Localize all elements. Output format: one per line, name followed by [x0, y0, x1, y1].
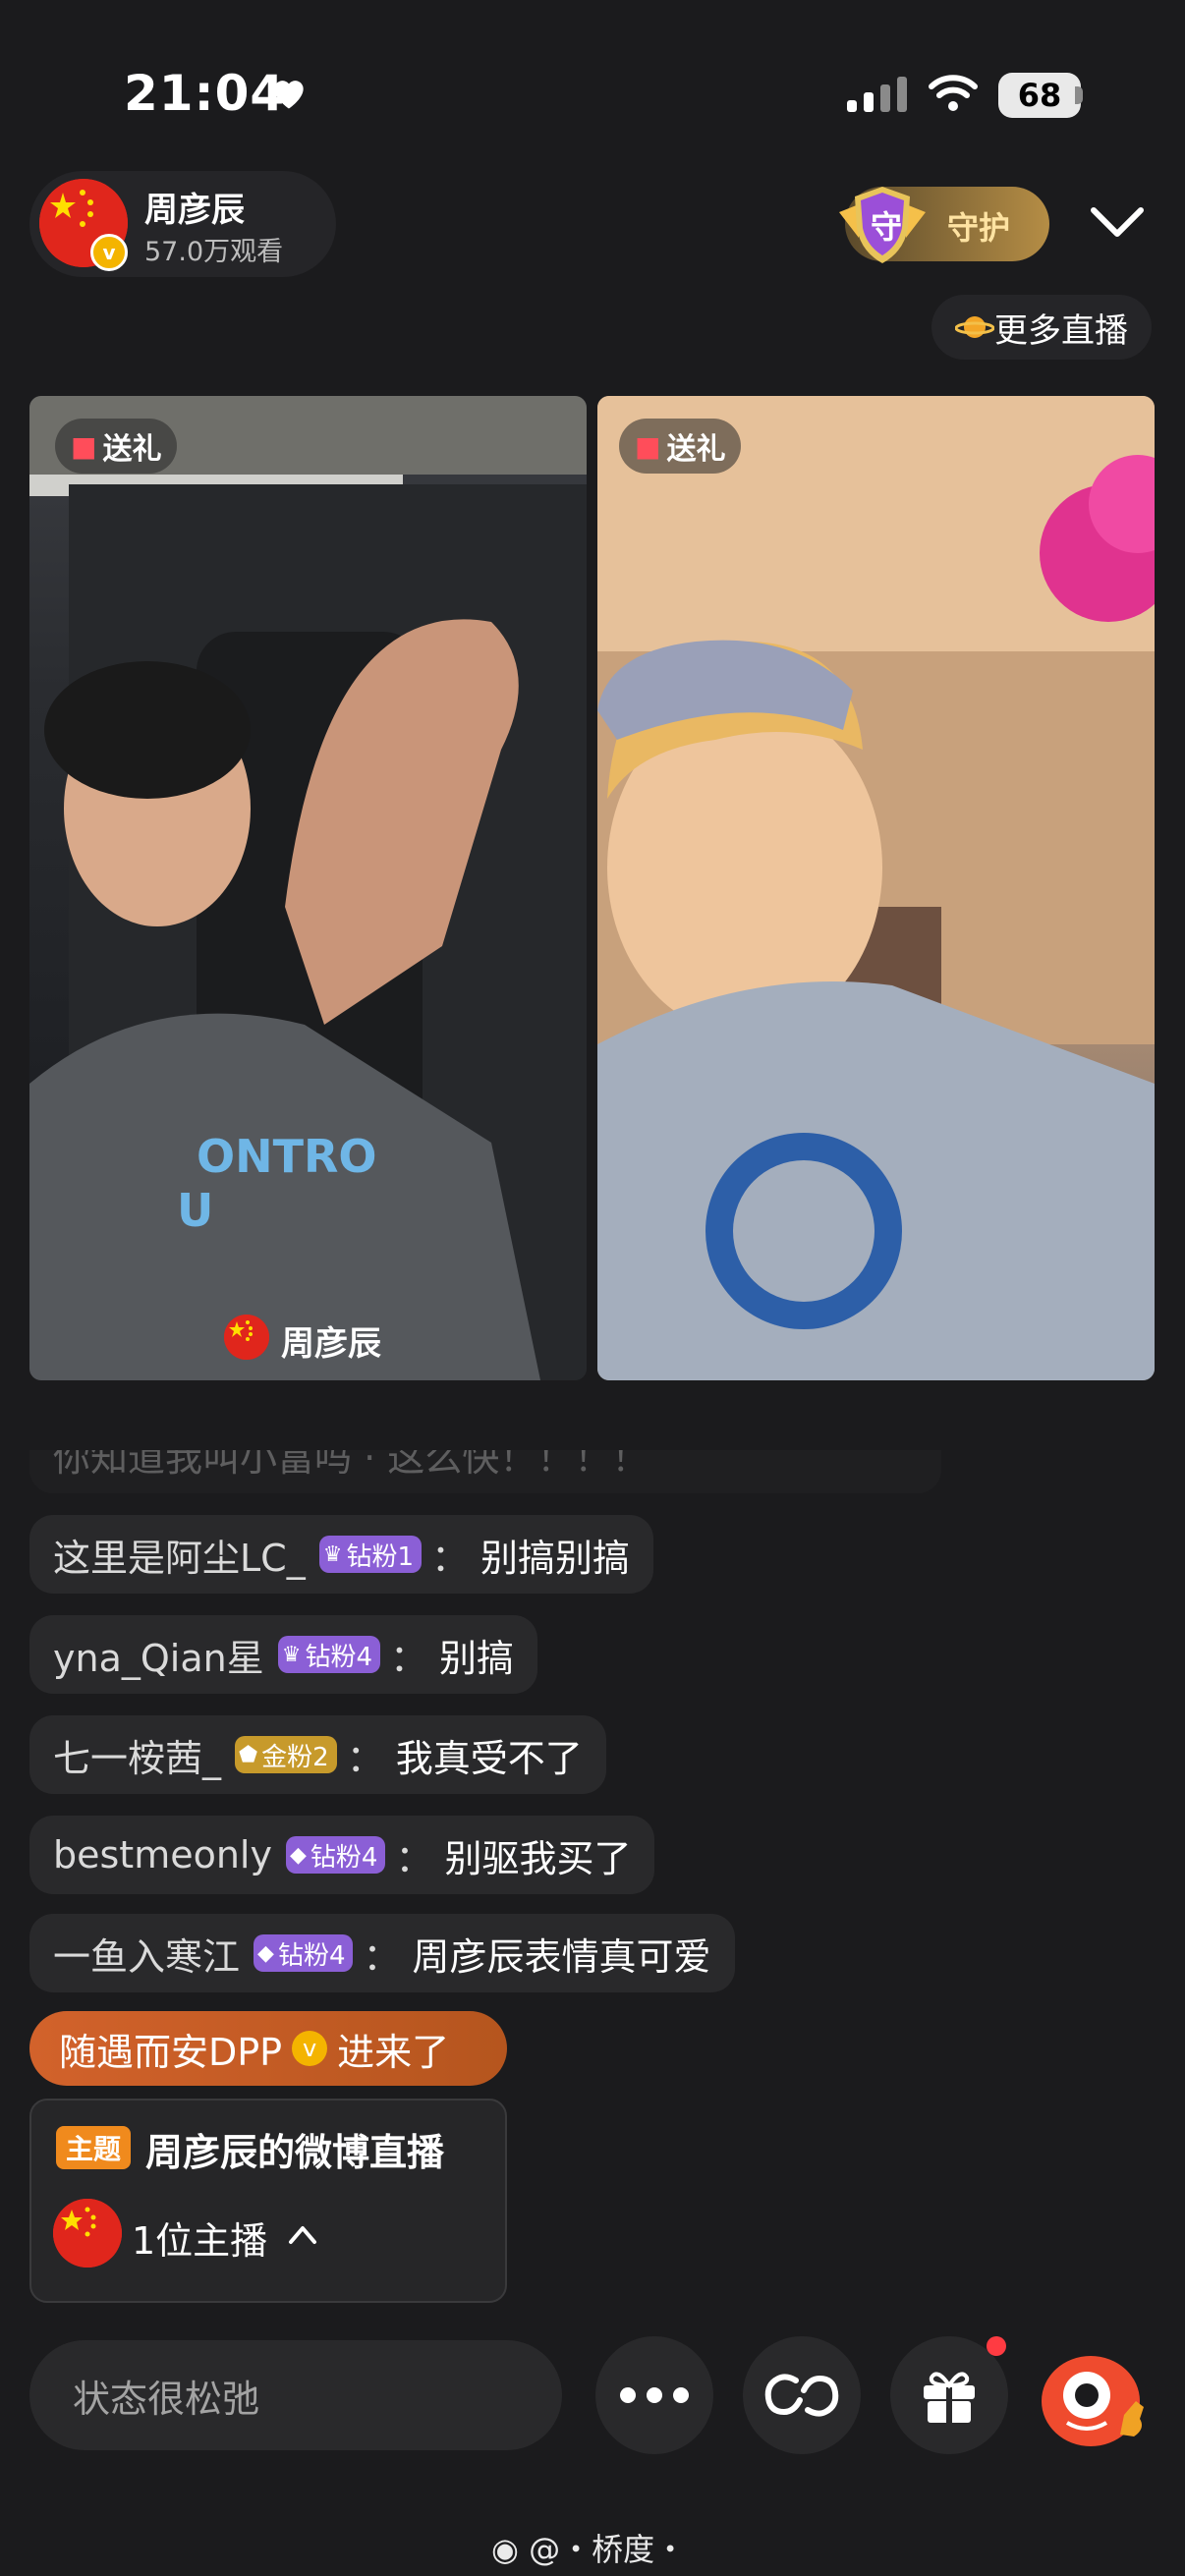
- chat-item[interactable]: 这里是阿尘LC_ ♛ 钻粉1 ： 别搞别搞: [29, 1515, 654, 1594]
- comment-input-placeholder: 状态很松弛: [73, 2377, 260, 2421]
- video-frame-right: [597, 396, 1155, 1380]
- svg-text:ONTRO: ONTRO: [197, 1130, 377, 1183]
- chat-separator: ：: [363, 1934, 401, 1979]
- gift-box-icon: [924, 2372, 975, 2423]
- entry-action: 进来了: [337, 2030, 450, 2074]
- chat-item-partial: 你知道我叫小富吗 · 这么快！！！！: [29, 1435, 941, 1493]
- chat-item[interactable]: 一鱼入寒江 ◆ 钻粉4 ： 周彦辰表情真可爱: [29, 1914, 735, 1992]
- fan-badge-label: 金粉2: [261, 1742, 329, 1772]
- fan-badge-label: 钻粉1: [346, 1541, 414, 1572]
- crown-icon: ♛: [281, 1642, 302, 1667]
- crown-icon: ♛: [322, 1541, 343, 1567]
- fan-badge: ♛ 钻粉1: [318, 1536, 422, 1573]
- more-live-label: 更多直播: [994, 310, 1128, 351]
- watermark: ◉ @・桥度・: [491, 2525, 686, 2570]
- flag-avatar: [224, 1315, 269, 1360]
- user-entry-notice: 随遇而安DPP v 进来了: [29, 2011, 507, 2086]
- chat-separator: ：: [395, 1836, 433, 1880]
- streamer-name-left: 周彦辰: [281, 1324, 381, 1364]
- status-time: 21:04: [124, 65, 286, 122]
- chat-separator: ：: [346, 1736, 384, 1780]
- diamond-icon: ◆: [257, 1940, 274, 1966]
- fan-badge-label: 钻粉4: [310, 1842, 378, 1873]
- topic-title: 周彦辰的微博直播: [145, 2131, 445, 2174]
- chat-message: 别驱我买了: [444, 1836, 632, 1880]
- gift-label-right: 送礼: [666, 432, 726, 467]
- fan-badge: ◆ 钻粉4: [285, 1836, 386, 1874]
- diamond-icon: ◆: [289, 1842, 307, 1868]
- chat-separator: ：: [431, 1536, 470, 1580]
- more-dots-icon: [620, 2387, 689, 2403]
- gift-button-right[interactable]: ■ 送礼: [619, 419, 742, 474]
- heart-icon: [274, 81, 304, 109]
- wifi-icon: [929, 75, 978, 111]
- battery-level: 68: [1017, 77, 1062, 114]
- fan-badge: ⬟ 金粉2: [235, 1736, 337, 1773]
- verified-icon: v: [292, 2031, 328, 2066]
- notification-dot: [987, 2336, 1006, 2356]
- link-mic-button[interactable]: [743, 2336, 861, 2454]
- verified-icon: v: [90, 234, 128, 271]
- watermark-text: @・桥度・: [529, 2531, 687, 2568]
- flag-avatar: [53, 2199, 122, 2268]
- chat-partial-text: 你知道我叫小富吗 · 这么快！！！！: [53, 1435, 649, 1480]
- more-button[interactable]: [595, 2336, 713, 2454]
- chat-username[interactable]: yna_Qian星: [53, 1628, 264, 1682]
- chat-username[interactable]: 这里是阿尘LC_: [53, 1528, 306, 1582]
- topic-host-count: 1位主播: [132, 2219, 268, 2263]
- battery-icon: 68: [998, 73, 1081, 118]
- chat-message: 周彦辰表情真可爱: [412, 1934, 711, 1979]
- chat-item[interactable]: yna_Qian星 ♛ 钻粉4 ： 别搞: [29, 1615, 538, 1694]
- chat-message: 别搞: [439, 1636, 515, 1680]
- signal-icon: [847, 77, 907, 112]
- video-pane-left[interactable]: ONTRO U: [29, 396, 587, 1380]
- guard-shield-char: 守: [870, 208, 902, 246]
- streamer-flag-avatar: [224, 1315, 269, 1360]
- fan-badge: ◆ 钻粉4: [254, 1934, 354, 1972]
- fan-badge-label: 钻粉4: [305, 1642, 372, 1672]
- chat-message: 别搞别搞: [480, 1536, 631, 1580]
- battery-nub: [1075, 86, 1083, 104]
- host-view-count: 57.0万观看: [144, 237, 284, 267]
- topic-tag: 主题: [56, 2126, 131, 2169]
- chevron-down-icon[interactable]: [1089, 204, 1146, 240]
- gift-icon: ■: [71, 429, 97, 463]
- chat-message: 我真受不了: [395, 1736, 583, 1780]
- chat-username[interactable]: 一鱼入寒江: [53, 1927, 240, 1981]
- topic-host-avatar: [53, 2199, 122, 2268]
- chat-username[interactable]: 七一桉茜_: [53, 1728, 221, 1782]
- video-pane-right[interactable]: [597, 396, 1155, 1380]
- link-icon: [764, 2374, 839, 2417]
- gift-button-left[interactable]: ■ 送礼: [55, 419, 178, 474]
- entry-username[interactable]: 随遇而安DPP: [59, 2022, 282, 2076]
- svg-text:U: U: [177, 1184, 213, 1237]
- host-name: 周彦辰: [144, 191, 245, 230]
- planet-icon: [955, 316, 994, 338]
- chat-item[interactable]: 七一桉茜_ ⬟ 金粉2 ： 我真受不了: [29, 1715, 606, 1794]
- gold-gem-icon: ⬟: [239, 1742, 258, 1767]
- chat-username[interactable]: bestmeonly: [53, 1833, 272, 1876]
- weibo-icon: ◉: [491, 2531, 519, 2568]
- gift-label-left: 送礼: [102, 432, 162, 467]
- video-frame-left: ONTRO U: [29, 396, 587, 1380]
- fan-badge-label: 钻粉4: [277, 1940, 346, 1971]
- comment-input[interactable]: 状态很松弛: [29, 2340, 562, 2450]
- chat-item[interactable]: bestmeonly ◆ 钻粉4 ： 别驱我买了: [29, 1816, 655, 1894]
- chevron-up-icon[interactable]: [287, 2222, 318, 2246]
- gift-icon: ■: [635, 429, 661, 463]
- guard-label: 守护: [947, 209, 1011, 247]
- more-live-button[interactable]: 更多直播: [931, 295, 1152, 360]
- chat-separator: ：: [389, 1636, 427, 1680]
- mascot-icon[interactable]: [1038, 2346, 1156, 2454]
- fan-badge: ♛ 钻粉4: [277, 1636, 380, 1673]
